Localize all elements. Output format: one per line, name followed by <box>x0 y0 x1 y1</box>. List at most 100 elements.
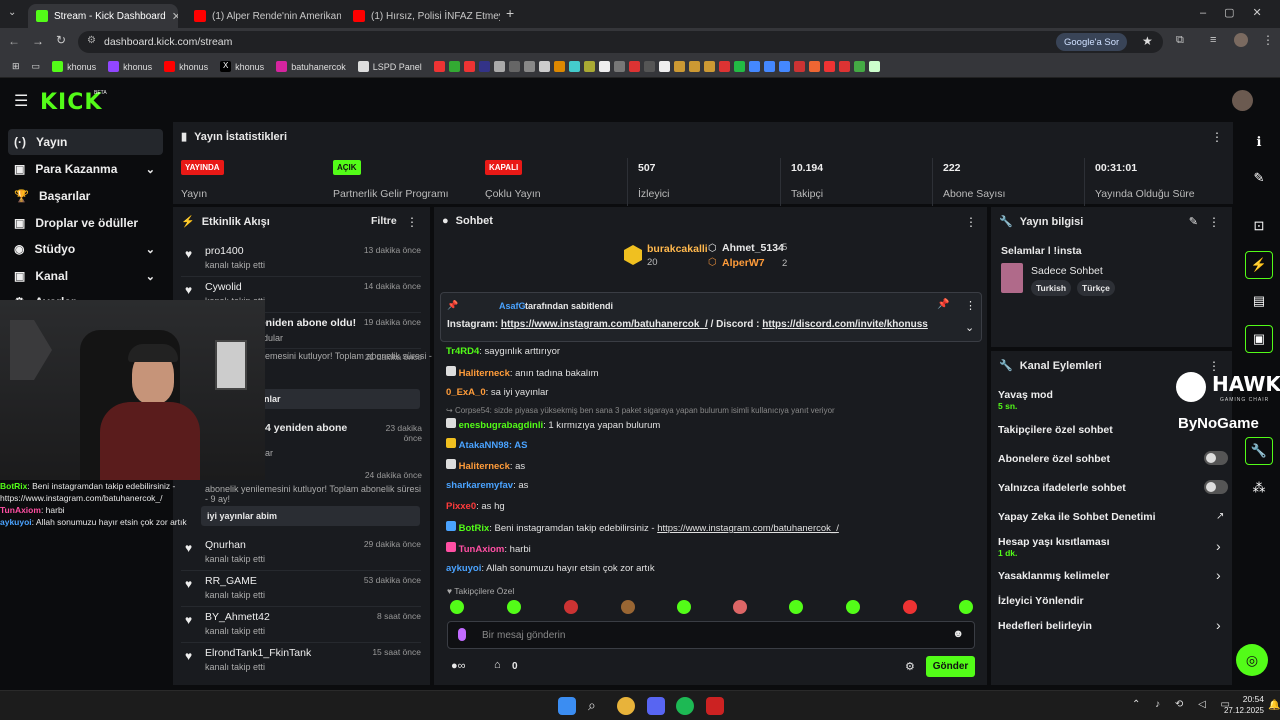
tab-youtube-2[interactable]: (1) Hırsız, Polisi İNFAZ Etmeye Ç ✕ <box>345 4 500 28</box>
emote-icon[interactable] <box>564 600 578 614</box>
points-icon[interactable]: ●∞ <box>451 660 466 672</box>
more-options-icon[interactable]: ⋮ <box>1208 215 1220 229</box>
emotes-only-option[interactable]: Yalnızca ifadelerle sohbet <box>998 482 1126 494</box>
spotify-icon[interactable] <box>676 697 694 715</box>
banned-words-option[interactable]: Yasaklanmış kelimeler <box>998 570 1110 582</box>
edit-icon[interactable]: ✎ <box>1189 215 1198 228</box>
external-link-icon[interactable]: ↗ <box>1216 511 1224 522</box>
bookmark-khonus-youtube[interactable]: khonus <box>160 61 212 72</box>
emote-icon[interactable] <box>677 600 691 614</box>
sidebar-item-yayin[interactable]: (·) Yayın <box>8 129 163 155</box>
sidebar-item-para-kazanma[interactable]: ▣ Para Kazanma ⌄ <box>8 156 163 182</box>
window-controls[interactable]: –▢✕ <box>1200 6 1280 19</box>
close-icon[interactable]: ✕ <box>172 10 178 23</box>
back-icon[interactable]: ← <box>8 34 20 48</box>
chat-icon[interactable]: ▣ <box>1245 325 1273 353</box>
emote-icon[interactable] <box>450 600 464 614</box>
instagram-link[interactable]: https://www.instagram.com/batuhanercok_/ <box>501 319 708 330</box>
extensions-icon[interactable]: ⧉ <box>1176 34 1184 47</box>
emote-icon[interactable] <box>846 600 860 614</box>
more-options-icon[interactable]: ⋮ <box>406 215 418 229</box>
notification-icon[interactable]: 🔔 <box>1268 700 1280 711</box>
tab-list-icon[interactable]: ⌄ <box>8 7 16 18</box>
bookmark-icons[interactable] <box>430 61 884 72</box>
tag-pill[interactable]: Türkçe <box>1077 280 1115 296</box>
bookmark-lspd[interactable]: LSPD Panel <box>354 61 426 72</box>
lightning-icon[interactable]: ⚡ <box>1245 251 1273 279</box>
category-name[interactable]: Sadece Sohbet <box>1031 265 1103 277</box>
unpin-icon[interactable]: 📌 <box>937 299 949 310</box>
forward-icon[interactable]: → <box>32 34 44 48</box>
slow-mode-option[interactable]: Yavaş mod <box>998 389 1053 401</box>
apps-icon[interactable]: ⊞ <box>8 61 24 72</box>
emote-icon[interactable] <box>621 600 635 614</box>
chevron-right-icon[interactable]: › <box>1216 567 1221 583</box>
sidebar-item-basarilar[interactable]: 🏆 Başarılar <box>8 183 163 209</box>
search-icon[interactable]: ⌕ <box>588 697 606 715</box>
bookmark-khonus-x[interactable]: Xkhonus <box>216 61 268 72</box>
profile-avatar[interactable] <box>1234 33 1248 47</box>
support-headset-button[interactable]: ◎ <box>1236 644 1268 676</box>
filter-button[interactable]: Filtre <box>371 215 397 227</box>
discord-icon[interactable] <box>647 697 665 715</box>
bookmark-khonus-kick[interactable]: khonus <box>48 61 100 72</box>
reload-icon[interactable]: ↻ <box>56 33 66 47</box>
chevron-down-icon[interactable]: ⌄ <box>965 321 974 334</box>
emote-icon[interactable] <box>903 600 917 614</box>
discord-link[interactable]: https://discord.com/invite/khonuss <box>762 319 928 330</box>
subscribers-only-toggle[interactable] <box>1204 451 1228 465</box>
goals-option[interactable]: Hedefleri belirleyin <box>998 620 1092 632</box>
bookmark-instagram[interactable]: batuhanercok <box>272 61 350 72</box>
store-icon[interactable]: ⌂ <box>494 659 501 671</box>
document-icon[interactable]: ▤ <box>1245 287 1273 315</box>
start-icon[interactable] <box>558 697 576 715</box>
tab-kick-dashboard[interactable]: Stream - Kick Dashboard ✕ <box>28 4 178 28</box>
panel-title: Yayın İstatistikleri <box>194 130 287 143</box>
followers-only-option[interactable]: Takipçilere özel sohbet <box>998 424 1113 436</box>
obs-icon[interactable] <box>706 697 724 715</box>
viewer-redirect-option[interactable]: İzleyici Yönlendir <box>998 595 1084 607</box>
emote-icon[interactable] <box>507 600 521 614</box>
send-button[interactable]: Gönder <box>926 656 975 677</box>
url-field[interactable]: ⚙ dashboard.kick.com/stream Google'a Sor… <box>78 31 1163 53</box>
tag-pill[interactable]: Turkish <box>1031 280 1072 296</box>
user-avatar[interactable] <box>1232 90 1253 111</box>
chevron-right-icon[interactable]: › <box>1216 538 1221 554</box>
edit-icon[interactable]: ✎ <box>1245 164 1273 192</box>
google-ask-button[interactable]: Google'a Sor <box>1056 33 1128 51</box>
more-options-icon[interactable]: ⋮ <box>965 215 977 229</box>
emotes-only-toggle[interactable] <box>1204 480 1228 494</box>
bookmark-khonus-twitch[interactable]: khonus <box>104 61 156 72</box>
info-icon[interactable]: ℹ <box>1245 128 1273 156</box>
sidebar-item-droplar[interactable]: ▣ Droplar ve ödüller <box>8 210 163 236</box>
sidebar-item-kanal[interactable]: ▣ Kanal ⌄ <box>8 263 163 289</box>
folder-icon[interactable]: ▭ <box>28 61 45 72</box>
instagram-link[interactable]: https://www.instagram.com/batuhanercok_/ <box>657 523 839 534</box>
sidebar-item-studyo[interactable]: ◉ Stüdyo ⌄ <box>8 236 163 262</box>
more-options-icon[interactable]: ⋮ <box>1211 130 1223 144</box>
media-icon[interactable]: ≡ <box>1210 34 1216 46</box>
chat-input[interactable]: Bir mesaj gönderin ☻ <box>447 621 975 649</box>
subscribers-only-option[interactable]: Abonelere özel sohbet <box>998 453 1110 465</box>
pinned-message[interactable]: 📌 AsafG tarafından sabitlendi 📌 ⋮ Instag… <box>440 292 982 342</box>
wrench-icon[interactable]: 🔧 <box>1245 437 1273 465</box>
menu-icon[interactable]: ⋮ <box>1262 33 1274 47</box>
new-tab-button[interactable]: + <box>506 5 514 21</box>
screenshot-icon[interactable]: ⊡ <box>1245 212 1273 240</box>
site-info-icon[interactable]: ⚙ <box>87 35 96 46</box>
account-age-option[interactable]: Hesap yaşı kısıtlaması <box>998 536 1110 548</box>
chrome-icon[interactable] <box>617 697 635 715</box>
chevron-right-icon[interactable]: › <box>1216 617 1221 633</box>
settings-gear-icon[interactable]: ⚙ <box>905 660 915 673</box>
ai-moderation-option[interactable]: Yapay Zeka ile Sohbet Denetimi <box>998 511 1156 523</box>
emote-icon[interactable] <box>733 600 747 614</box>
emote-icon[interactable] <box>789 600 803 614</box>
emote-icon[interactable] <box>959 600 973 614</box>
more-options-icon[interactable]: ⋮ <box>965 299 976 312</box>
emoji-icon[interactable]: ☻ <box>952 628 964 640</box>
hamburger-menu-icon[interactable]: ☰ <box>14 91 28 111</box>
bookmark-star-icon[interactable]: ★ <box>1142 34 1153 48</box>
microphone-icon[interactable] <box>458 628 466 641</box>
tab-youtube-1[interactable]: (1) Alper Rende'nin Amerikan P ✕ <box>186 4 341 28</box>
points-icon[interactable]: ⁂ <box>1245 474 1273 502</box>
